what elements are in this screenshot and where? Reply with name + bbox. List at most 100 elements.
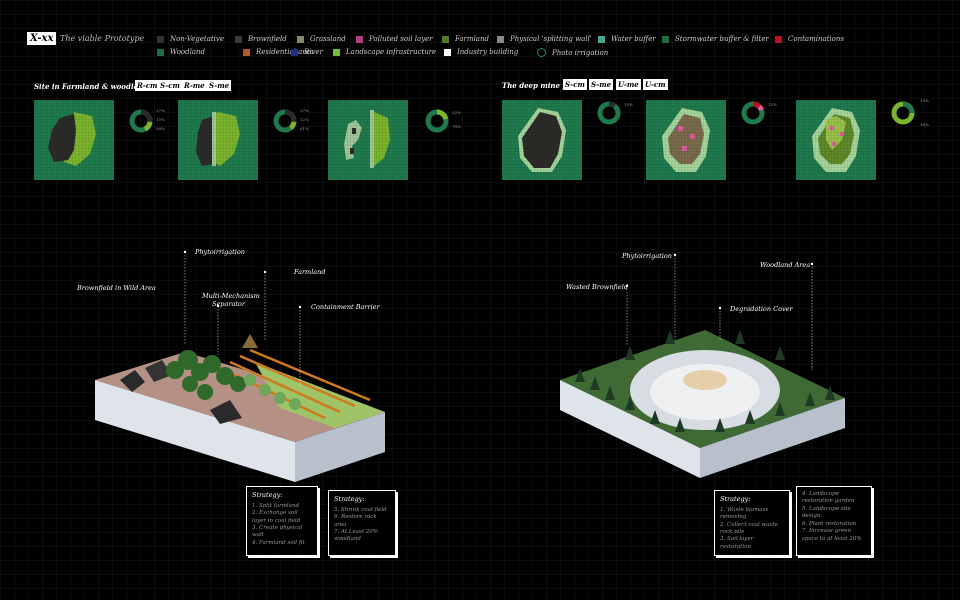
legend-item: Non-Vegetative xyxy=(157,35,224,43)
mine-map-2 xyxy=(646,100,726,180)
strategy-box-farmland-a: Strategy: 1. Split farmland 2. Exchange … xyxy=(246,486,318,556)
legend-swatch xyxy=(356,35,363,43)
legend-item: Photo irrigation xyxy=(537,48,608,57)
left-section-title: Site in Farmland & woodland xyxy=(34,82,149,91)
legend-swatch xyxy=(333,48,340,56)
strategy-line: layer in coal field xyxy=(252,517,301,524)
legend-swatch xyxy=(297,35,304,43)
strategy-line: 7. Increase green xyxy=(802,528,851,535)
strategy-line: 2. Exchange soil xyxy=(252,510,298,517)
strategy-line: area xyxy=(334,521,347,528)
legend-label: Landscape infrastructure xyxy=(346,48,437,56)
prototype-tag: X-xx xyxy=(27,32,57,45)
legend-swatch xyxy=(598,35,605,43)
legend-label: Woodland xyxy=(170,48,206,56)
site-map-2 xyxy=(178,100,258,180)
legend-label: River xyxy=(304,48,323,56)
legend-label: Industry building xyxy=(457,48,519,56)
strategy-line: 4. Landscape xyxy=(802,491,839,497)
strategy-box-mine-a: Strategy: 1. Waste biomass removing 2. C… xyxy=(714,490,790,556)
left-tag-1: R-cm xyxy=(135,80,160,91)
strategy-line: rock pile xyxy=(720,529,745,536)
legend-label: Brownfield xyxy=(248,35,287,43)
legend-swatch xyxy=(775,35,782,43)
legend-swatch xyxy=(662,35,669,43)
legend-item: Brownfield xyxy=(235,35,287,43)
donut-chart-1 xyxy=(129,109,153,133)
strategy-heading: Strategy: xyxy=(252,491,283,499)
left-tag-2: S-cm xyxy=(158,80,182,91)
strategy-line: 1. Split farmland xyxy=(252,502,300,509)
donut-2-label-2: 12% xyxy=(300,117,309,122)
right-tag-2: S-me xyxy=(589,79,614,90)
legend-item: Polluted soil layer xyxy=(356,35,433,43)
strategy-line: 2. Collect coal waste xyxy=(720,521,778,528)
strategy-line: design xyxy=(802,513,821,520)
donut-chart-6 xyxy=(891,101,915,125)
legend-swatch xyxy=(157,48,164,56)
right-tag-3: U-me xyxy=(616,79,641,90)
strategy-heading: Strategy: xyxy=(334,495,365,503)
strategy-line: 1. Waste biomass xyxy=(720,506,769,513)
strategy-box-farmland-b: Strategy: 5. Shrink coal field 6. Restor… xyxy=(328,490,396,556)
legend-item: Water buffer xyxy=(598,35,656,43)
mine-map-3 xyxy=(796,100,876,180)
donut-chart-4 xyxy=(597,101,621,125)
strategy-line: 5. Landscape site xyxy=(802,505,851,512)
donut-chart-3 xyxy=(425,109,449,133)
strategy-line: 7. At Least 20% xyxy=(334,529,379,536)
legend-item: Contaminations xyxy=(775,35,844,43)
donut-chart-2 xyxy=(273,109,297,133)
legend-swatch xyxy=(442,35,449,43)
legend-swatch xyxy=(235,35,242,43)
legend-label: Polluted soil layer xyxy=(369,35,433,43)
label-brownfield-wild: Brownfield in Wild Area xyxy=(77,284,156,292)
strategy-line: space to at least 20% xyxy=(802,535,862,542)
strategy-line: 6. Plant restoration xyxy=(802,520,857,527)
strategy-line: woodland xyxy=(334,536,361,543)
label-woodland-area: Woodland Area xyxy=(760,261,811,269)
label-wasted-brownfield: Wasted Brownfield xyxy=(566,283,628,291)
legend-item: Farmland xyxy=(442,35,489,43)
site-map-3 xyxy=(328,100,408,180)
strategy-line: 3. Soil layer restoration xyxy=(720,536,754,550)
strategy-line: 5. Shrink coal field xyxy=(334,506,387,513)
donut-3-label-1: 22% xyxy=(452,110,461,115)
mine-pit-isometric-model xyxy=(560,330,845,478)
legend-label: Non-Vegetative xyxy=(170,35,225,43)
strategy-line: wall xyxy=(252,532,264,539)
legend-swatch xyxy=(157,35,164,43)
legend-item: Woodland xyxy=(157,48,205,56)
label-phytoirrigation-left: Phytoirrigation xyxy=(195,248,245,256)
donut-1-label-2: 15% xyxy=(156,117,165,122)
legend-item: River xyxy=(291,48,323,56)
donut-4-label-1: 10% xyxy=(624,102,633,107)
legend-swatch xyxy=(243,48,250,56)
mine-map-1 xyxy=(502,100,582,180)
donut-1-label-3: 58% xyxy=(156,126,165,131)
strategy-line: 3. Create physical xyxy=(252,525,303,532)
label-phytoirrigation-right: Phytoirrigation xyxy=(622,252,672,260)
label-degradation-cover: Degradation Cover xyxy=(730,305,793,313)
donut-1-label-1: 27% xyxy=(156,108,165,113)
legend-label: Farmland xyxy=(455,35,489,43)
label-separator-1: Multi-Mechanism xyxy=(202,292,260,300)
prototype-subtitle: The viable Prototype xyxy=(60,34,145,43)
donut-chart-5 xyxy=(741,101,765,125)
strategy-line: restoration garden xyxy=(802,498,855,505)
legend-label: Physical 'splitting wall' xyxy=(510,35,592,43)
label-containment-barrier: Containment Barrier xyxy=(311,303,380,311)
site-map-1 xyxy=(34,100,114,180)
donut-6-label-2: 16% xyxy=(920,122,929,127)
donut-5-label-1: 12% xyxy=(768,102,777,107)
right-tag-4: U-cm xyxy=(643,79,668,90)
legend-swatch xyxy=(537,48,546,57)
left-tag-4: S-me xyxy=(207,80,232,91)
strategy-line: 4. Farmland soil fit xyxy=(252,539,305,546)
strategy-box-mine-b: 4. Landscape restoration garden 5. Lands… xyxy=(796,486,872,556)
right-tag-1: S-cm xyxy=(563,79,587,90)
legend-label: Photo irrigation xyxy=(552,48,609,57)
legend-swatch xyxy=(291,48,298,56)
strategy-heading: Strategy: xyxy=(720,495,751,503)
donut-2-label-1: 27% xyxy=(300,108,309,113)
